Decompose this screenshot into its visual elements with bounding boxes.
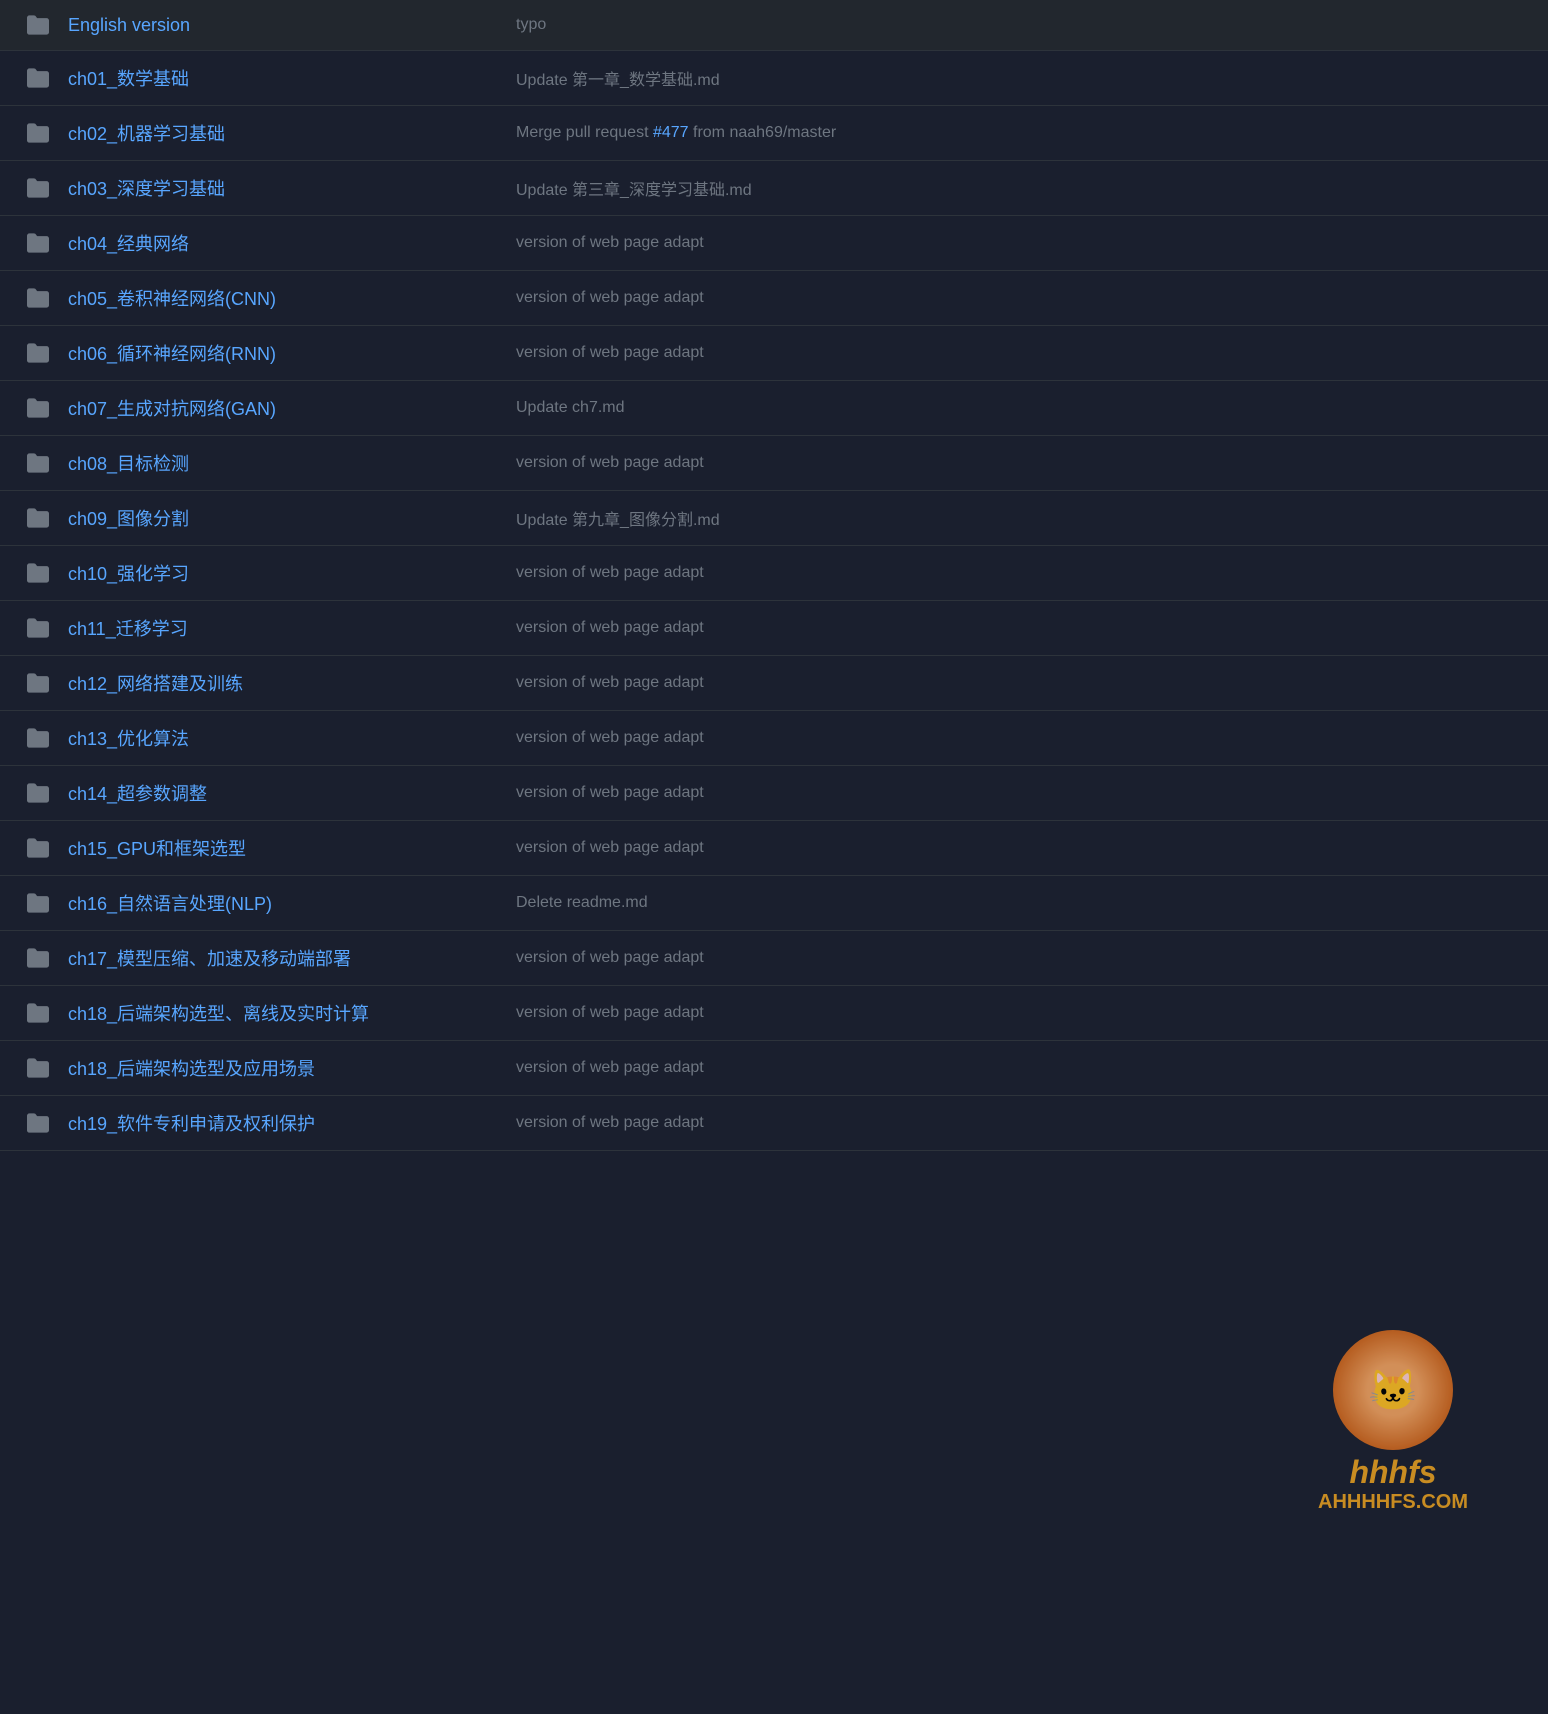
table-row[interactable]: ch03_深度学习基础Update 第三章_深度学习基础.md <box>0 161 1548 216</box>
folder-icon <box>20 892 56 914</box>
file-name[interactable]: ch14_超参数调整 <box>56 780 476 806</box>
table-row[interactable]: ch13_优化算法version of web page adapt <box>0 711 1548 766</box>
table-row[interactable]: ch09_图像分割Update 第九章_图像分割.md <box>0 491 1548 546</box>
file-name[interactable]: ch18_后端架构选型、离线及实时计算 <box>56 1000 476 1026</box>
folder-icon <box>20 14 56 36</box>
commit-message: version of web page adapt <box>476 1004 1528 1022</box>
table-row[interactable]: ch16_自然语言处理(NLP)Delete readme.md <box>0 876 1548 931</box>
folder-icon <box>20 397 56 419</box>
table-row[interactable]: ch07_生成对抗网络(GAN)Update ch7.md <box>0 381 1548 436</box>
commit-message: typo <box>476 16 1528 34</box>
table-row[interactable]: ch12_网络搭建及训练version of web page adapt <box>0 656 1548 711</box>
folder-icon <box>20 837 56 859</box>
table-row[interactable]: ch05_卷积神经网络(CNN)version of web page adap… <box>0 271 1548 326</box>
folder-icon <box>20 232 56 254</box>
commit-message: version of web page adapt <box>476 674 1528 692</box>
table-row[interactable]: ch14_超参数调整version of web page adapt <box>0 766 1548 821</box>
commit-message: version of web page adapt <box>476 619 1528 637</box>
file-name[interactable]: ch18_后端架构选型及应用场景 <box>56 1055 476 1081</box>
watermark-brand: hhhfs <box>1318 1454 1468 1491</box>
watermark: 🐱 hhhfs AHHHHFS.COM <box>1318 1330 1468 1514</box>
commit-message: Merge pull request #477 from naah69/mast… <box>476 124 1528 142</box>
folder-icon <box>20 562 56 584</box>
table-row[interactable]: ch04_经典网络version of web page adapt <box>0 216 1548 271</box>
file-name[interactable]: ch11_迁移学习 <box>56 615 476 641</box>
commit-message: version of web page adapt <box>476 949 1528 967</box>
folder-icon <box>20 672 56 694</box>
commit-message: version of web page adapt <box>476 454 1528 472</box>
commit-message: version of web page adapt <box>476 729 1528 747</box>
commit-message: version of web page adapt <box>476 784 1528 802</box>
commit-link[interactable]: #477 <box>653 124 689 141</box>
table-row[interactable]: ch11_迁移学习version of web page adapt <box>0 601 1548 656</box>
file-name[interactable]: ch03_深度学习基础 <box>56 175 476 201</box>
commit-message: version of web page adapt <box>476 839 1528 857</box>
file-name[interactable]: ch16_自然语言处理(NLP) <box>56 890 476 916</box>
commit-message: Update 第九章_图像分割.md <box>476 506 1528 530</box>
file-list: English versiontypo ch01_数学基础Update 第一章_… <box>0 0 1548 1151</box>
folder-icon <box>20 287 56 309</box>
commit-message: version of web page adapt <box>476 289 1528 307</box>
folder-icon <box>20 342 56 364</box>
commit-message: Update 第一章_数学基础.md <box>476 66 1528 90</box>
table-row[interactable]: ch06_循环神经网络(RNN)version of web page adap… <box>0 326 1548 381</box>
folder-icon <box>20 947 56 969</box>
table-row[interactable]: ch10_强化学习version of web page adapt <box>0 546 1548 601</box>
table-row[interactable]: English versiontypo <box>0 0 1548 51</box>
file-name[interactable]: English version <box>56 15 476 36</box>
folder-icon <box>20 617 56 639</box>
commit-message: version of web page adapt <box>476 234 1528 252</box>
commit-message: version of web page adapt <box>476 564 1528 582</box>
file-name[interactable]: ch09_图像分割 <box>56 505 476 531</box>
folder-icon <box>20 67 56 89</box>
commit-message: Delete readme.md <box>476 894 1528 912</box>
table-row[interactable]: ch01_数学基础Update 第一章_数学基础.md <box>0 51 1548 106</box>
table-row[interactable]: ch15_GPU和框架选型version of web page adapt <box>0 821 1548 876</box>
folder-icon <box>20 1057 56 1079</box>
file-name[interactable]: ch04_经典网络 <box>56 230 476 256</box>
file-name[interactable]: ch10_强化学习 <box>56 560 476 586</box>
table-row[interactable]: ch08_目标检测version of web page adapt <box>0 436 1548 491</box>
folder-icon <box>20 177 56 199</box>
file-name[interactable]: ch01_数学基础 <box>56 65 476 91</box>
folder-icon <box>20 727 56 749</box>
commit-message: version of web page adapt <box>476 1059 1528 1077</box>
folder-icon <box>20 1002 56 1024</box>
commit-message: Update ch7.md <box>476 399 1528 417</box>
file-name[interactable]: ch17_模型压缩、加速及移动端部署 <box>56 945 476 971</box>
file-name[interactable]: ch13_优化算法 <box>56 725 476 751</box>
file-name[interactable]: ch06_循环神经网络(RNN) <box>56 340 476 366</box>
watermark-url: AHHHHFS.COM <box>1318 1491 1468 1514</box>
commit-message: version of web page adapt <box>476 344 1528 362</box>
file-name[interactable]: ch02_机器学习基础 <box>56 120 476 146</box>
file-name[interactable]: ch05_卷积神经网络(CNN) <box>56 285 476 311</box>
commit-message: version of web page adapt <box>476 1114 1528 1132</box>
commit-message: Update 第三章_深度学习基础.md <box>476 176 1528 200</box>
file-name[interactable]: ch08_目标检测 <box>56 450 476 476</box>
table-row[interactable]: ch19_软件专利申请及权利保护version of web page adap… <box>0 1096 1548 1151</box>
table-row[interactable]: ch18_后端架构选型及应用场景version of web page adap… <box>0 1041 1548 1096</box>
table-row[interactable]: ch17_模型压缩、加速及移动端部署version of web page ad… <box>0 931 1548 986</box>
file-name[interactable]: ch07_生成对抗网络(GAN) <box>56 395 476 421</box>
watermark-avatar: 🐱 <box>1333 1330 1453 1450</box>
table-row[interactable]: ch18_后端架构选型、离线及实时计算version of web page a… <box>0 986 1548 1041</box>
table-row[interactable]: ch02_机器学习基础Merge pull request #477 from … <box>0 106 1548 161</box>
folder-icon <box>20 1112 56 1134</box>
folder-icon <box>20 122 56 144</box>
folder-icon <box>20 782 56 804</box>
folder-icon <box>20 452 56 474</box>
folder-icon <box>20 507 56 529</box>
file-name[interactable]: ch15_GPU和框架选型 <box>56 835 476 861</box>
file-name[interactable]: ch12_网络搭建及训练 <box>56 670 476 696</box>
file-name[interactable]: ch19_软件专利申请及权利保护 <box>56 1110 476 1136</box>
